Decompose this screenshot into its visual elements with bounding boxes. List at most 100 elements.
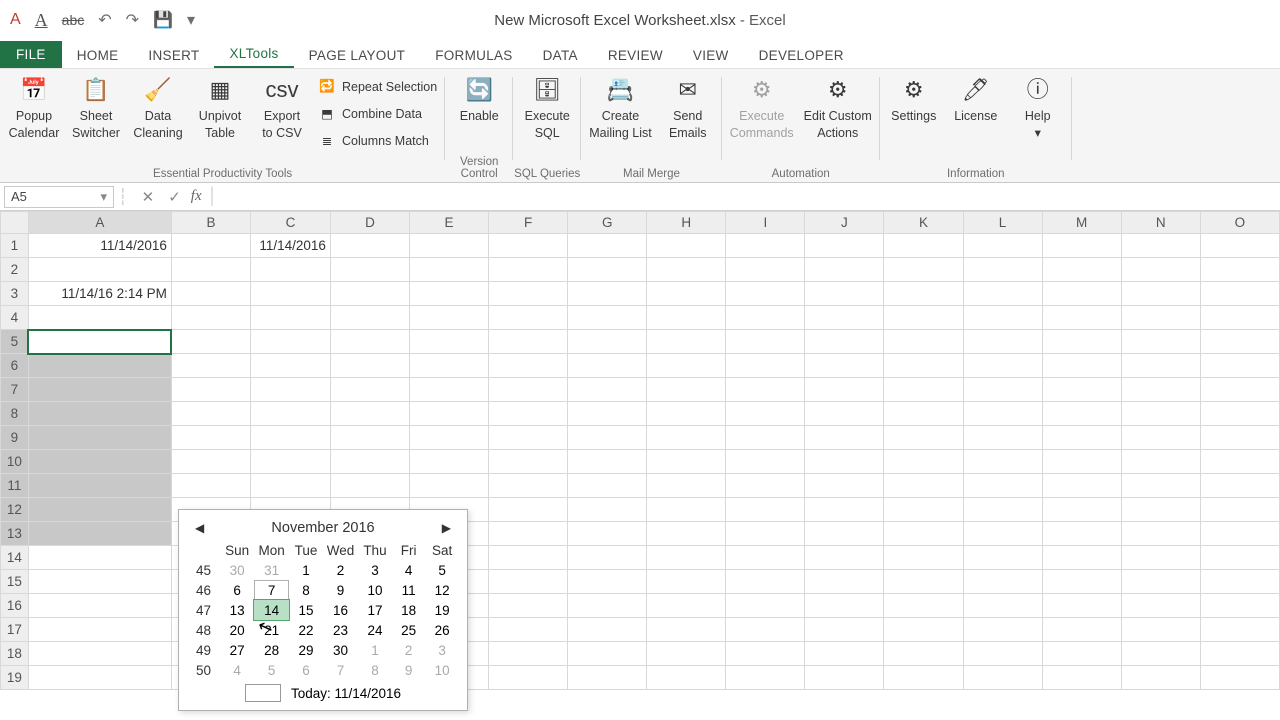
cell-I13[interactable] bbox=[726, 522, 805, 546]
row-header-11[interactable]: 11 bbox=[1, 474, 29, 498]
cell-J7[interactable] bbox=[805, 378, 884, 402]
cell-G16[interactable] bbox=[568, 594, 647, 618]
cell-I2[interactable] bbox=[726, 258, 805, 282]
cell-G6[interactable] bbox=[568, 354, 647, 378]
cell-H18[interactable] bbox=[647, 642, 726, 666]
cell-E9[interactable] bbox=[410, 426, 489, 450]
cell-K14[interactable] bbox=[884, 546, 963, 570]
cell-O19[interactable] bbox=[1200, 666, 1279, 690]
cell-L10[interactable] bbox=[963, 450, 1042, 474]
cell-F2[interactable] bbox=[489, 258, 568, 282]
cell-A19[interactable] bbox=[28, 666, 171, 690]
cell-H17[interactable] bbox=[647, 618, 726, 642]
cell-G5[interactable] bbox=[568, 330, 647, 354]
settings-button[interactable]: ⚙Settings bbox=[888, 73, 940, 141]
cell-N9[interactable] bbox=[1121, 426, 1200, 450]
cell-M1[interactable] bbox=[1042, 234, 1121, 258]
calendar-day[interactable]: 30 bbox=[220, 560, 254, 580]
cell-A10[interactable] bbox=[28, 450, 171, 474]
calendar-day[interactable]: 5 bbox=[254, 660, 289, 680]
cell-L2[interactable] bbox=[963, 258, 1042, 282]
calendar-day[interactable]: 7 bbox=[254, 580, 289, 600]
cell-F6[interactable] bbox=[489, 354, 568, 378]
help-button[interactable]: ⓘHelp▾ bbox=[1012, 73, 1064, 141]
calendar-day[interactable]: 28 bbox=[254, 640, 289, 660]
cell-A11[interactable] bbox=[28, 474, 171, 498]
cell-H12[interactable] bbox=[647, 498, 726, 522]
cell-I14[interactable] bbox=[726, 546, 805, 570]
row-header-19[interactable]: 19 bbox=[1, 666, 29, 690]
cell-G11[interactable] bbox=[568, 474, 647, 498]
select-all-corner[interactable] bbox=[1, 212, 29, 234]
cell-O16[interactable] bbox=[1200, 594, 1279, 618]
cell-A6[interactable] bbox=[28, 354, 171, 378]
calendar-day[interactable]: 13 bbox=[220, 600, 254, 620]
cell-A18[interactable] bbox=[28, 642, 171, 666]
cell-J13[interactable] bbox=[805, 522, 884, 546]
cell-J3[interactable] bbox=[805, 282, 884, 306]
cell-O18[interactable] bbox=[1200, 642, 1279, 666]
cell-E8[interactable] bbox=[410, 402, 489, 426]
calendar-day[interactable]: 12 bbox=[425, 580, 459, 600]
cell-A7[interactable] bbox=[28, 378, 171, 402]
cell-M8[interactable] bbox=[1042, 402, 1121, 426]
cell-J15[interactable] bbox=[805, 570, 884, 594]
cell-J1[interactable] bbox=[805, 234, 884, 258]
cell-F5[interactable] bbox=[489, 330, 568, 354]
cell-C10[interactable] bbox=[251, 450, 331, 474]
prev-month-icon[interactable]: ◀ bbox=[191, 519, 208, 537]
cell-J19[interactable] bbox=[805, 666, 884, 690]
cell-A8[interactable] bbox=[28, 402, 171, 426]
cell-E10[interactable] bbox=[410, 450, 489, 474]
calendar-day[interactable]: 29 bbox=[289, 640, 323, 660]
cell-O3[interactable] bbox=[1200, 282, 1279, 306]
cell-F4[interactable] bbox=[489, 306, 568, 330]
cell-B11[interactable] bbox=[171, 474, 250, 498]
cell-J4[interactable] bbox=[805, 306, 884, 330]
cell-K13[interactable] bbox=[884, 522, 963, 546]
cell-K16[interactable] bbox=[884, 594, 963, 618]
cell-K4[interactable] bbox=[884, 306, 963, 330]
execute-sql-button[interactable]: 🗄ExecuteSQL bbox=[521, 73, 573, 141]
cell-C8[interactable] bbox=[251, 402, 331, 426]
cell-A15[interactable] bbox=[28, 570, 171, 594]
cell-N13[interactable] bbox=[1121, 522, 1200, 546]
cell-H14[interactable] bbox=[647, 546, 726, 570]
fx-icon[interactable]: fx bbox=[191, 188, 202, 205]
calendar-day[interactable]: 4 bbox=[220, 660, 254, 680]
undo-icon[interactable]: ↶ bbox=[98, 10, 111, 30]
cell-D7[interactable] bbox=[330, 378, 409, 402]
cell-H8[interactable] bbox=[647, 402, 726, 426]
cell-H1[interactable] bbox=[647, 234, 726, 258]
calendar-day[interactable]: 2 bbox=[392, 640, 425, 660]
cell-N12[interactable] bbox=[1121, 498, 1200, 522]
row-header-14[interactable]: 14 bbox=[1, 546, 29, 570]
calendar-day[interactable]: 30 bbox=[323, 640, 358, 660]
calendar-day[interactable]: 8 bbox=[358, 660, 392, 680]
calendar-title[interactable]: November 2016 bbox=[271, 520, 374, 536]
cell-G19[interactable] bbox=[568, 666, 647, 690]
data-cleaning-button[interactable]: 🧹DataCleaning bbox=[132, 73, 184, 154]
col-header-E[interactable]: E bbox=[410, 212, 489, 234]
cell-F14[interactable] bbox=[489, 546, 568, 570]
cell-I19[interactable] bbox=[726, 666, 805, 690]
cell-K1[interactable] bbox=[884, 234, 963, 258]
cell-O7[interactable] bbox=[1200, 378, 1279, 402]
cell-G4[interactable] bbox=[568, 306, 647, 330]
cell-O2[interactable] bbox=[1200, 258, 1279, 282]
calendar-day[interactable]: 10 bbox=[425, 660, 459, 680]
cell-I3[interactable] bbox=[726, 282, 805, 306]
row-header-8[interactable]: 8 bbox=[1, 402, 29, 426]
col-header-A[interactable]: A bbox=[28, 212, 171, 234]
cell-N18[interactable] bbox=[1121, 642, 1200, 666]
col-header-H[interactable]: H bbox=[647, 212, 726, 234]
cell-M7[interactable] bbox=[1042, 378, 1121, 402]
cell-L1[interactable] bbox=[963, 234, 1042, 258]
cell-N10[interactable] bbox=[1121, 450, 1200, 474]
today-button[interactable]: Today: 11/14/2016 bbox=[291, 686, 401, 701]
cell-D8[interactable] bbox=[330, 402, 409, 426]
cell-B7[interactable] bbox=[171, 378, 250, 402]
calendar-day[interactable]: 24 bbox=[358, 620, 392, 640]
cell-E2[interactable] bbox=[410, 258, 489, 282]
cell-N4[interactable] bbox=[1121, 306, 1200, 330]
